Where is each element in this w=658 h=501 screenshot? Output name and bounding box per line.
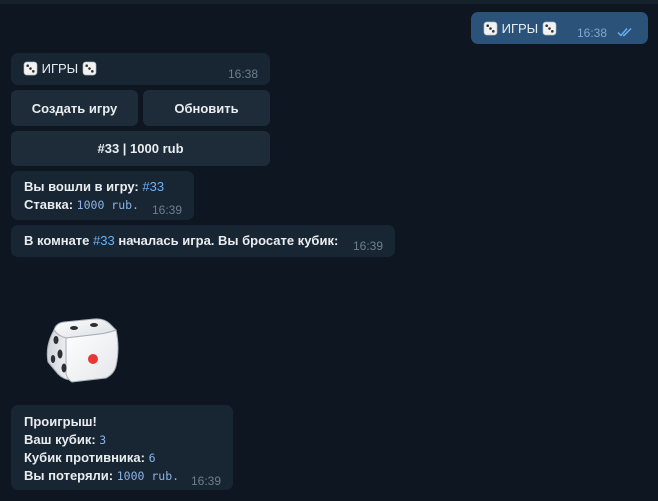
create-game-button[interactable]: Создать игру (11, 90, 138, 126)
your-dice-line: Ваш кубик: 3 (24, 431, 106, 449)
joined-message: Вы вошли в игру: #33 Ставка: 1000 rub. 1… (11, 171, 194, 220)
bet-label: Ставка: (24, 197, 74, 212)
message-time: 16:38 (228, 67, 259, 81)
message-time: 16:39 (152, 203, 183, 217)
joined-line-2: Ставка: 1000 rub. (24, 196, 139, 214)
dice-icon (82, 61, 97, 76)
joined-line-1: Вы вошли в игру: #33 (24, 178, 164, 195)
started-suffix: началась игра. Вы бросате кубик: (118, 233, 339, 248)
outgoing-label: ИГРЫ (501, 21, 539, 36)
refresh-button[interactable]: Обновить (143, 90, 270, 126)
game-id-link[interactable]: #33 (142, 179, 164, 194)
started-prefix: В комнате (24, 233, 90, 248)
lost-label: Вы потеряли: (24, 468, 114, 483)
result-title: Проигрыш! (24, 414, 97, 429)
dice-icon (23, 61, 38, 76)
message-time: 16:39 (353, 239, 384, 253)
double-check-icon (617, 28, 632, 37)
dice-icon (483, 21, 498, 36)
game-33-button[interactable]: #33 | 1000 rub (11, 131, 270, 166)
your-dice-label: Ваш кубик: (24, 432, 96, 447)
bot-menu-message: ИГРЫ 16:38 (11, 53, 270, 85)
game-started-message: В комнате #33 началась игра. Вы бросате … (11, 225, 395, 257)
started-text: В комнате #33 началась игра. Вы бросате … (24, 232, 338, 249)
outgoing-text: ИГРЫ (483, 20, 557, 37)
dice-sticker-icon (46, 318, 119, 383)
bot-menu-text: ИГРЫ (23, 60, 97, 77)
your-dice-value: 3 (99, 433, 107, 447)
result-message: Проигрыш! Ваш кубик: 3 Кубик противника:… (11, 405, 233, 490)
message-time: 16:39 (191, 474, 222, 488)
message-time: 16:38 (577, 26, 608, 40)
bet-value: 1000 rub. (76, 198, 139, 212)
outgoing-message: ИГРЫ 16:38 (471, 12, 648, 44)
room-link[interactable]: #33 (93, 233, 115, 248)
lost-line: Вы потеряли: 1000 rub. (24, 467, 179, 485)
bot-menu-label: ИГРЫ (41, 61, 79, 76)
lost-value: 1000 rub. (116, 469, 180, 483)
opponent-dice-line: Кубик противника: 6 (24, 449, 156, 467)
dice-icon (542, 21, 557, 36)
joined-label: Вы вошли в игру: (24, 179, 139, 194)
opponent-dice-label: Кубик противника: (24, 450, 145, 465)
opponent-dice-value: 6 (148, 451, 156, 465)
top-bar (0, 0, 658, 4)
